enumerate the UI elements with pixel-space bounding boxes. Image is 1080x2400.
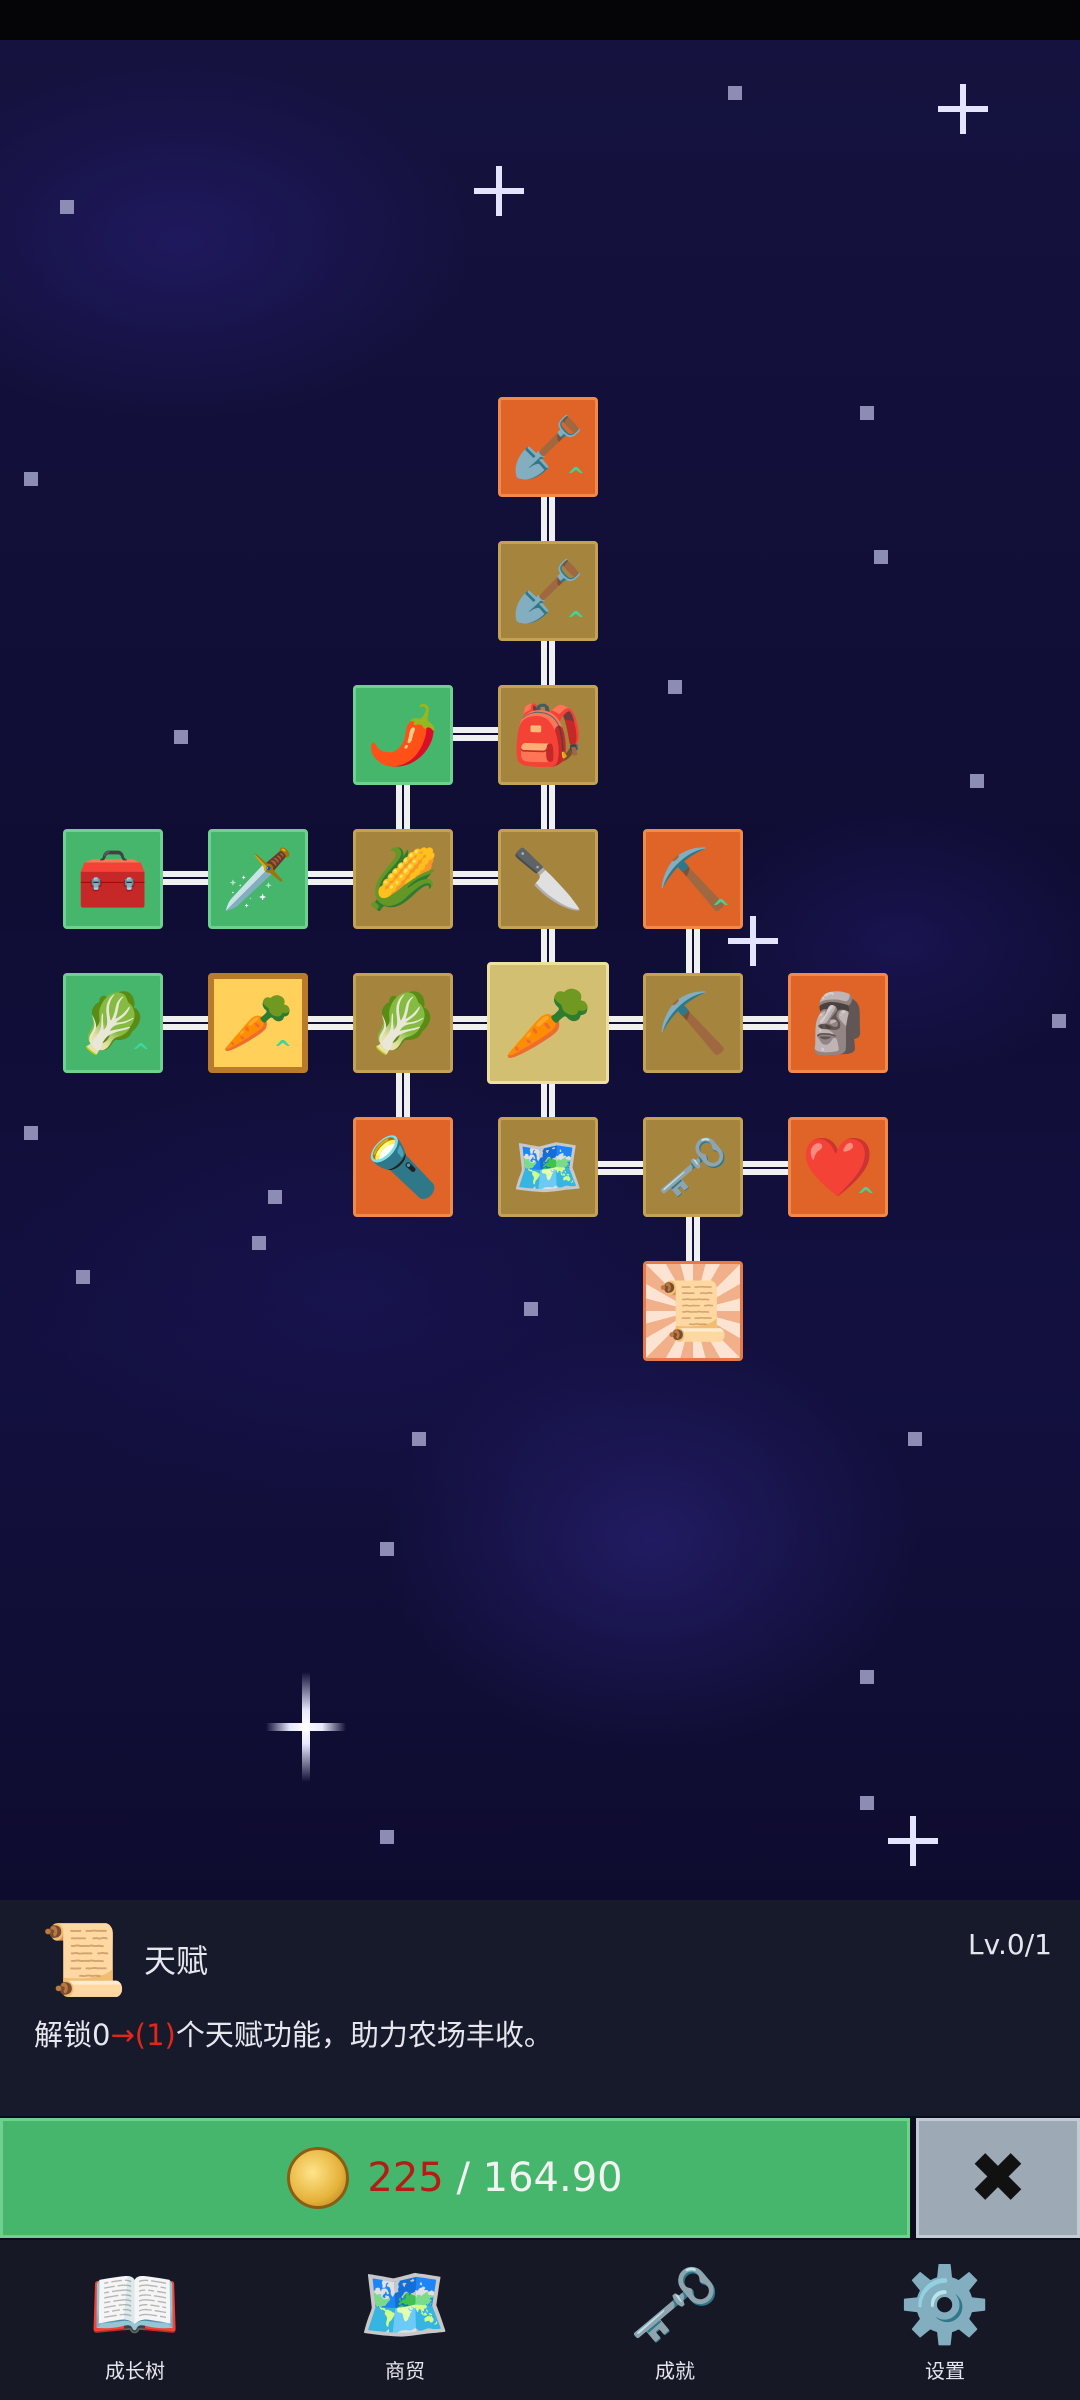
scroll-icon: 📜 [656,1277,730,1345]
upgrade-arrow-icon: ^ [566,464,585,489]
chest-node[interactable]: 🧰 [63,829,163,929]
description-suffix: 个天赋功能，助力农场丰收。 [175,2018,553,2052]
pickaxe-icon: ⛏️ [656,989,730,1057]
upgrade-arrow-icon: ^ [566,608,585,633]
tree-link [541,497,555,543]
cabbage-node[interactable]: 🥬 [353,973,453,1073]
tree-link [686,929,700,975]
dagger-icon: 🔪 [511,845,585,913]
tree-link [308,871,354,885]
chili-pepper-icon: 🌶️ [366,701,440,769]
close-button[interactable]: ✖ [916,2118,1080,2238]
upgrade-arrow-icon: ^ [711,896,730,921]
tree-link [396,785,410,831]
gear-icon: ⚙️ [898,2261,992,2348]
tree-link [453,871,499,885]
map-node[interactable]: 🗺️ [498,1117,598,1217]
nav-trade[interactable]: 🗺️ 商贸 [305,2245,505,2395]
purchase-button[interactable]: 225 / 164.90 [0,2118,910,2238]
nav-label: 成长树 [105,2358,165,2383]
tree-link [308,1016,354,1030]
torch-icon: 🔦 [366,1133,440,1201]
carrot-icon: 🥕 [503,981,593,1065]
shovel-node[interactable]: 🪏 ^ [498,541,598,641]
key-icon: 🗝️ [656,1133,730,1201]
nav-label: 设置 [925,2358,965,2383]
upgrade-arrow-icon: ^ [273,1037,292,1062]
description-highlight: →(1) [110,2018,176,2052]
nav-growth-tree[interactable]: 📖 成长树 [35,2245,235,2395]
upgrade-arrow-icon: ^ [856,1184,875,1209]
carrot-upgrade-node[interactable]: 🥕 ^ [208,973,308,1073]
sword-node[interactable]: 🗡️ [208,829,308,929]
nav-achievements[interactable]: 🗝️ 成就 [575,2245,775,2395]
backpack-icon: 🎒 [511,701,585,769]
dagger-node[interactable]: 🔪 [498,829,598,929]
key-icon: 🗝️ [628,2261,722,2348]
torch-node[interactable]: 🔦 [353,1117,453,1217]
backpack-node[interactable]: 🎒 [498,685,598,785]
tree-link [541,785,555,831]
carrot-center-node[interactable]: 🥕 [487,962,609,1084]
chest-icon: 🧰 [76,845,150,913]
key-node[interactable]: 🗝️ [643,1117,743,1217]
info-panel [0,1900,1080,2116]
scroll-icon: 📜 [40,1918,128,2001]
pickaxe-node[interactable]: ⛏️ [643,973,743,1073]
sword-icon: 🗡️ [221,845,295,913]
talent-title: 天赋 [144,1942,209,1980]
bottom-nav: 📖 成长树 🗺️ 商贸 🗝️ 成就 ⚙️ 设置 [0,2240,1080,2400]
cabbage-icon: 🥬 [366,989,440,1057]
nav-label: 商贸 [385,2358,425,2383]
tree-link [163,1016,209,1030]
tree-link [686,1217,700,1263]
upgrade-cost: 164.90 [482,2155,623,2201]
growth-tree: 🪏 ^ 🪏 ^ 🌶️ 🎒 🧰 🗡️ 🌽 🔪 ⛏️ ^ 🥬 ^ 🥕 ^ 🥬 🥕 [0,0,1080,1900]
tree-link [163,871,209,885]
close-icon: ✖ [968,2137,1028,2219]
corn-node[interactable]: 🌽 [353,829,453,929]
price-separator: / [443,2155,483,2201]
corn-icon: 🌽 [366,845,440,913]
coins-owned: 225 [367,2155,444,2201]
heart-node[interactable]: ❤️ ^ [788,1117,888,1217]
tree-link [396,1073,410,1119]
map-icon: 🗺️ [511,1133,585,1201]
tree-link [743,1161,789,1175]
description-prefix: 解锁0 [34,2018,111,2052]
shovel-upgrade-node[interactable]: 🪏 ^ [498,397,598,497]
cabbage-upgrade-node[interactable]: 🥬 ^ [63,973,163,1073]
book-icon: 📖 [88,2261,182,2348]
nav-settings[interactable]: ⚙️ 设置 [845,2245,1045,2395]
statue-node[interactable]: 🗿 [788,973,888,1073]
tree-link [453,727,499,741]
talent-description: 解锁0→(1)个天赋功能，助力农场丰收。 [34,2012,553,2054]
chili-node[interactable]: 🌶️ [353,685,453,785]
nav-label: 成就 [655,2358,695,2383]
tree-link [598,1161,644,1175]
map-icon: 🗺️ [358,2261,452,2348]
pickaxe-upgrade-node[interactable]: ⛏️ ^ [643,829,743,929]
tree-link [541,641,555,687]
gold-coin-icon [287,2147,350,2209]
upgrade-arrow-icon: ^ [131,1040,150,1065]
level-indicator: Lv.0/1 [968,1928,1052,1961]
talent-scroll-node[interactable]: 📜 [643,1261,743,1361]
statue-icon: 🗿 [801,989,875,1057]
tree-link [743,1016,789,1030]
